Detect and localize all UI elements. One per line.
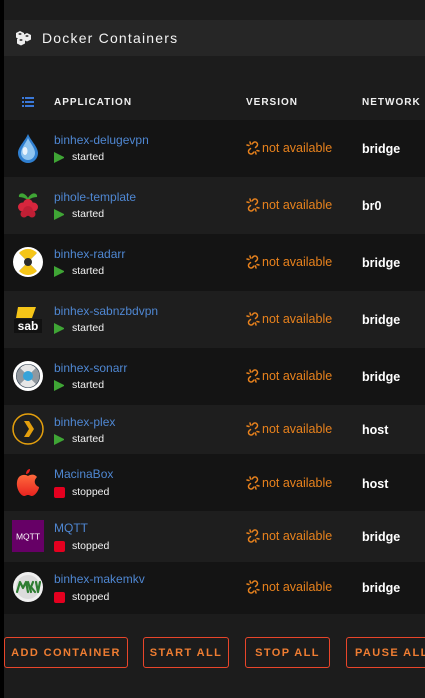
container-version: not available <box>246 476 332 490</box>
column-header-application[interactable]: APPLICATION <box>54 97 132 108</box>
container-status: stopped <box>54 540 109 552</box>
add-container-button[interactable]: ADD CONTAINER <box>4 637 128 668</box>
container-name[interactable]: MQTT <box>54 521 88 535</box>
container-name[interactable]: MacinaBox <box>54 467 113 481</box>
container-status: started <box>54 151 104 163</box>
container-version: not available <box>246 198 332 212</box>
column-header-version[interactable]: VERSION <box>246 97 298 108</box>
container-version: not available <box>246 312 332 326</box>
stop-icon <box>54 540 65 552</box>
container-row[interactable]: binhex-plex started not available host <box>4 405 425 454</box>
container-network: bridge <box>362 142 401 156</box>
start-all-button[interactable]: START ALL <box>143 637 229 668</box>
container-row[interactable]: MacinaBox stopped not available host <box>4 454 425 511</box>
broken-link-icon <box>246 476 260 490</box>
container-network: bridge <box>362 581 401 595</box>
broken-link-icon <box>246 422 260 436</box>
container-name[interactable]: binhex-delugevpn <box>54 133 149 147</box>
container-status: stopped <box>54 486 109 498</box>
container-row[interactable]: binhex-makemkv stopped not available bri… <box>4 562 425 614</box>
container-name[interactable]: pihole-template <box>54 190 136 204</box>
container-name[interactable]: binhex-makemkv <box>54 572 145 586</box>
play-icon <box>54 265 65 277</box>
docker-cubes-icon <box>16 31 31 46</box>
play-icon <box>54 151 65 163</box>
container-name[interactable]: binhex-sabnzbdvpn <box>54 304 158 318</box>
container-status: started <box>54 379 104 391</box>
play-icon <box>54 208 65 220</box>
svg-text:MQTT: MQTT <box>16 532 40 542</box>
container-version: not available <box>246 369 332 383</box>
mqtt-icon[interactable]: MQTT <box>12 520 44 552</box>
container-network: host <box>362 477 389 491</box>
sabnzbd-icon[interactable]: sab <box>12 303 44 335</box>
container-row[interactable]: MQTT MQTT stopped not available bridge <box>4 511 425 562</box>
broken-link-icon <box>246 198 260 212</box>
container-network: bridge <box>362 370 401 384</box>
container-version: not available <box>246 422 332 436</box>
container-network: bridge <box>362 256 401 270</box>
list-icon[interactable] <box>22 97 34 107</box>
stop-all-button[interactable]: STOP ALL <box>245 637 330 668</box>
play-icon <box>54 379 65 391</box>
container-row[interactable]: sab binhex-sabnzbdvpn started not availa… <box>4 291 425 348</box>
column-header-network[interactable]: NETWORK <box>362 97 421 108</box>
pause-all-button[interactable]: PAUSE ALL <box>346 637 425 668</box>
apple-icon[interactable] <box>12 466 44 498</box>
broken-link-icon <box>246 369 260 383</box>
container-network: host <box>362 423 389 437</box>
raspberry-icon[interactable] <box>12 189 44 221</box>
broken-link-icon <box>246 529 260 543</box>
container-version: not available <box>246 255 332 269</box>
panel-title-bar: Docker Containers <box>4 20 425 56</box>
sonarr-icon[interactable] <box>12 360 44 392</box>
svg-text:sab: sab <box>18 319 39 333</box>
docker-panel: Docker Containers APPLICATION VERSION NE… <box>4 0 425 698</box>
stop-icon <box>54 486 65 498</box>
play-icon <box>54 433 65 445</box>
container-status: started <box>54 208 104 220</box>
container-version: not available <box>246 529 332 543</box>
container-row[interactable]: binhex-delugevpn started not available b… <box>4 120 425 177</box>
stop-icon <box>54 591 65 603</box>
container-row[interactable]: pihole-template started not available br… <box>4 177 425 234</box>
container-name[interactable]: binhex-sonarr <box>54 361 127 375</box>
container-name[interactable]: binhex-plex <box>54 415 115 429</box>
play-icon <box>54 322 65 334</box>
plex-icon[interactable] <box>12 413 44 445</box>
broken-link-icon <box>246 580 260 594</box>
radarr-icon[interactable] <box>12 246 44 278</box>
broken-link-icon <box>246 255 260 269</box>
container-row[interactable]: binhex-sonarr started not available brid… <box>4 348 425 405</box>
container-name[interactable]: binhex-radarr <box>54 247 125 261</box>
broken-link-icon <box>246 141 260 155</box>
container-status: started <box>54 322 104 334</box>
panel-title: Docker Containers <box>42 30 179 46</box>
deluge-icon[interactable] <box>12 132 44 164</box>
container-row[interactable]: binhex-radarr started not available brid… <box>4 234 425 291</box>
container-network: br0 <box>362 199 382 213</box>
container-status: stopped <box>54 591 109 603</box>
container-network: bridge <box>362 313 401 327</box>
container-network: bridge <box>362 530 401 544</box>
broken-link-icon <box>246 312 260 326</box>
container-version: not available <box>246 141 332 155</box>
container-status: started <box>54 433 104 445</box>
container-status: started <box>54 265 104 277</box>
container-version: not available <box>246 580 332 594</box>
makemkv-icon[interactable] <box>12 571 44 603</box>
